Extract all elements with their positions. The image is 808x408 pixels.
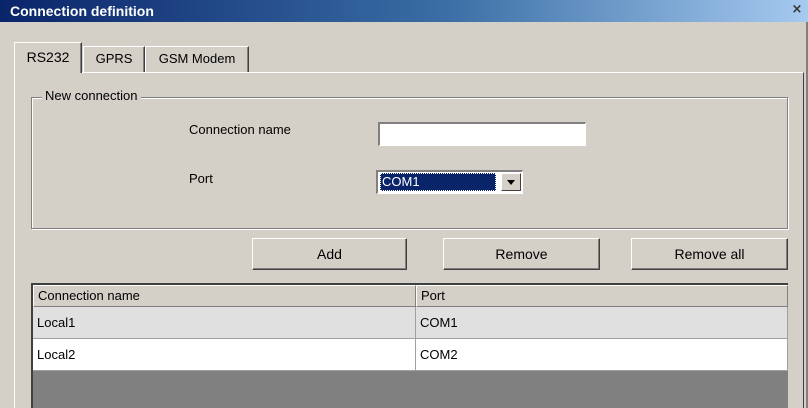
new-connection-groupbox — [31, 97, 788, 229]
table-row[interactable]: Local1 COM1 — [33, 307, 788, 339]
port-selected-value: COM1 — [380, 173, 496, 191]
remove-all-button[interactable]: Remove all — [631, 238, 788, 270]
tab-gsm-modem-label: GSM Modem — [158, 51, 236, 66]
port-select[interactable]: COM1 — [376, 170, 523, 194]
window-title: Connection definition — [10, 3, 154, 19]
table-cell-port: COM2 — [416, 339, 788, 371]
chevron-down-icon — [507, 180, 515, 185]
tab-rs232[interactable]: RS232 — [14, 42, 82, 73]
table-cell-connection-name: Local2 — [33, 339, 416, 371]
close-icon[interactable]: × — [790, 3, 804, 17]
table-cell-port: COM1 — [416, 307, 788, 339]
port-dropdown-button[interactable] — [501, 173, 521, 191]
table-cell-connection-name: Local1 — [33, 307, 416, 339]
column-header-connection-name[interactable]: Connection name — [33, 285, 416, 307]
connection-definition-window: Connection definition × RS232 GPRS GSM M… — [0, 0, 808, 408]
remove-button[interactable]: Remove — [443, 238, 600, 270]
connection-name-input[interactable] — [378, 122, 586, 146]
tab-rs232-label: RS232 — [26, 49, 70, 65]
port-label: Port — [189, 171, 213, 186]
column-header-port[interactable]: Port — [416, 285, 788, 307]
new-connection-legend: New connection — [42, 87, 141, 105]
add-button[interactable]: Add — [252, 238, 407, 270]
tab-gprs-label: GPRS — [95, 51, 133, 66]
connections-table[interactable]: Connection name Port Local1 COM1 Local2 … — [31, 283, 788, 408]
tab-gprs[interactable]: GPRS — [83, 46, 145, 72]
connection-name-label: Connection name — [189, 122, 291, 137]
tab-gsm-modem[interactable]: GSM Modem — [145, 46, 249, 72]
table-row[interactable]: Local2 COM2 — [33, 339, 788, 371]
title-bar: Connection definition × — [0, 0, 808, 22]
